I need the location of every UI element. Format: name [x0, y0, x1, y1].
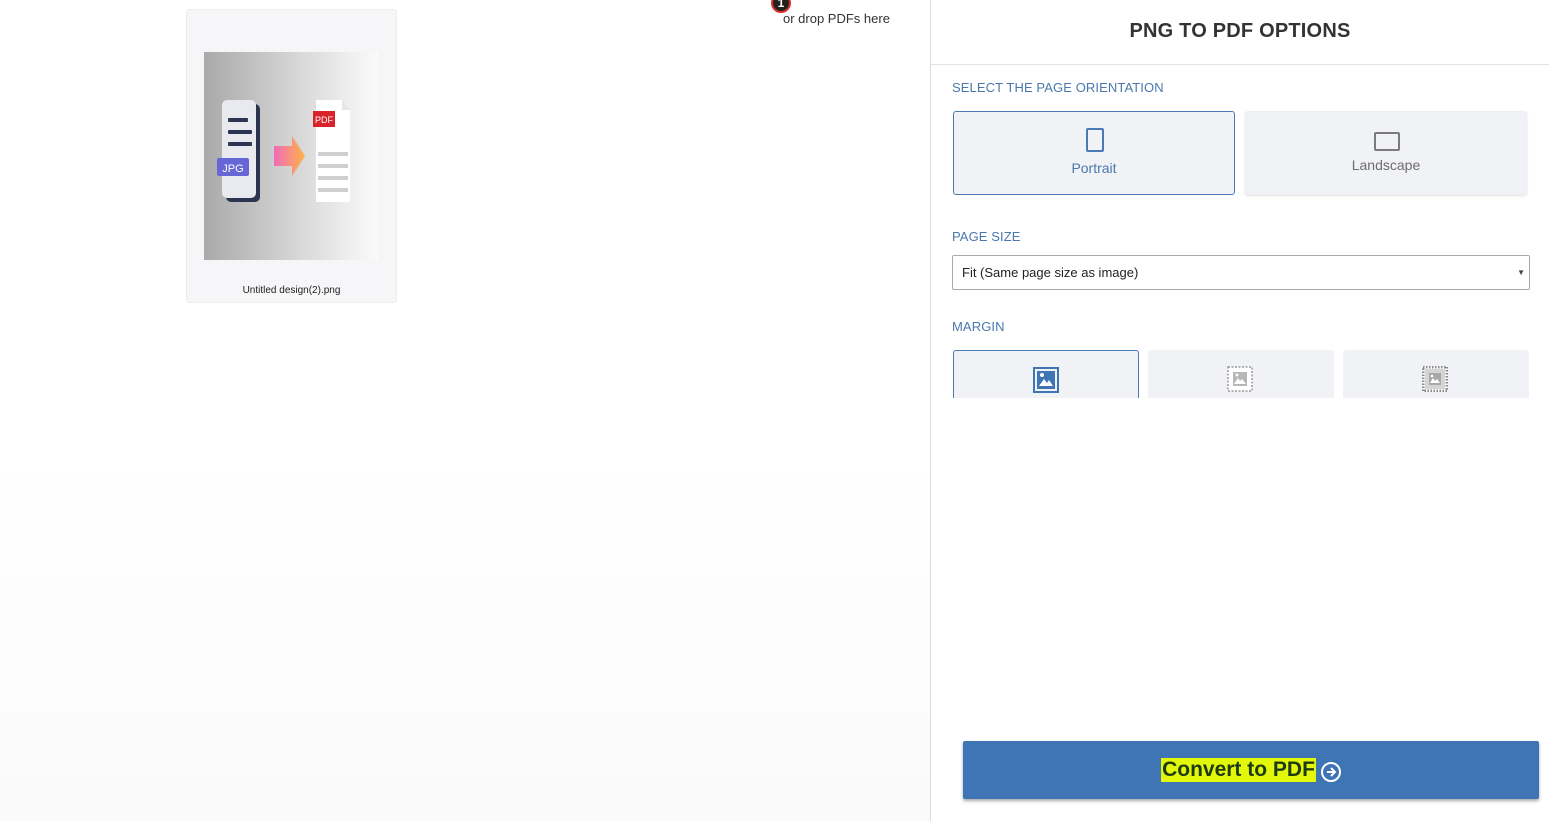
page-size-value: Fit (Same page size as image) — [962, 265, 1139, 280]
margin-label: MARGIN — [952, 319, 1005, 334]
big-margin-image-icon — [1422, 366, 1448, 392]
margin-big-button[interactable] — [1343, 350, 1529, 398]
file-thumbnail: JPG PDF — [204, 52, 378, 260]
page-size-select[interactable]: Fit (Same page size as image) ▼ — [952, 255, 1530, 290]
drop-hint: or drop PDFs here — [783, 11, 890, 26]
landscape-button[interactable]: Landscape — [1245, 111, 1527, 195]
landscape-icon — [1374, 132, 1400, 151]
file-name: Untitled design(2).png — [242, 285, 341, 296]
arrow-circle-right-icon — [1320, 762, 1341, 782]
margin-small-button[interactable] — [1148, 350, 1334, 398]
convert-to-pdf-button[interactable]: Convert to PDF — [963, 741, 1539, 799]
portrait-icon — [1086, 128, 1104, 152]
file-card[interactable]: JPG PDF Untitled design(2).png — [186, 9, 397, 303]
no-margin-image-icon — [1033, 367, 1059, 393]
margin-none-button[interactable] — [953, 350, 1139, 398]
portrait-button[interactable]: Portrait — [953, 111, 1235, 195]
title-divider — [931, 64, 1549, 65]
portrait-label: Portrait — [1071, 160, 1117, 176]
orientation-label: SELECT THE PAGE ORIENTATION — [952, 80, 1164, 95]
convert-label: Convert to PDF — [1161, 758, 1316, 782]
file-workspace[interactable]: JPG PDF Untitled design(2).png 1 or drop… — [0, 0, 930, 821]
page-size-label: PAGE SIZE — [952, 229, 1021, 244]
sidebar-title: PNG TO PDF OPTIONS — [1129, 20, 1351, 42]
options-sidebar: PNG TO PDF OPTIONS SELECT THE PAGE ORIEN… — [930, 0, 1549, 821]
small-margin-image-icon — [1227, 366, 1253, 392]
pdf-badge: PDF — [315, 115, 334, 125]
dropdown-arrow-icon: ▼ — [1517, 268, 1525, 277]
landscape-label: Landscape — [1351, 157, 1421, 173]
jpg-to-pdf-illustration: JPG PDF — [217, 100, 350, 202]
jpg-badge: JPG — [222, 163, 243, 175]
